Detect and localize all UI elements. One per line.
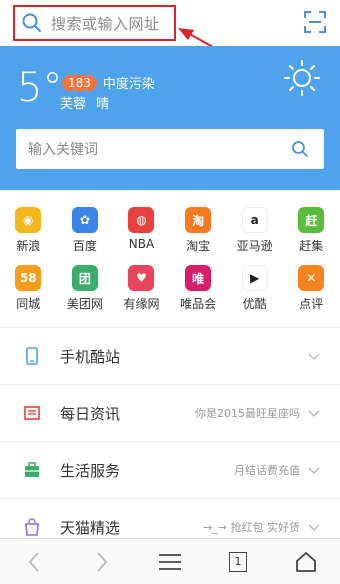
forward-button[interactable] <box>87 547 117 577</box>
quick-link-label: 优酷 <box>242 297 267 311</box>
menu-icon <box>159 553 181 570</box>
chevron-down-icon <box>308 410 320 418</box>
quick-link-58[interactable]: 58 同城 <box>0 258 57 316</box>
ganji-icon: 赶 <box>298 207 325 233</box>
chevron-down-icon <box>308 524 320 532</box>
chevron-right-icon <box>97 551 108 572</box>
taobao-icon: 淘 <box>185 207 212 233</box>
bottom-toolbar: 1 <box>0 538 340 584</box>
list-item-title: 生活服务 <box>60 461 121 480</box>
home-icon <box>296 551 316 572</box>
dianping-icon: ✕ <box>298 265 325 291</box>
vip-icon: 唯 <box>185 265 212 291</box>
aqi-label: 中度污染 <box>102 77 155 92</box>
chevron-down-icon <box>308 353 320 361</box>
quick-links-grid: ◉ 新浪 ✿ 百度 ◍ NBA 淘淘宝 a 亚马逊赶赶集 58 同城团美团网 ♥ 有缘网唯唯品会 ▶ 优酷… <box>0 200 340 316</box>
quick-link-label: 新浪 <box>16 239 41 253</box>
quick-link-youyuan[interactable]: ♥ 有缘网 <box>113 258 170 316</box>
quick-link-baidu-paw[interactable]: ✿ 百度 <box>57 200 114 258</box>
quick-link-taobao[interactable]: 淘淘宝 <box>170 200 227 258</box>
list-item-subtitle: 月结话费充值 <box>234 464 300 477</box>
list-item-subtitle: →_→ 抢红包 实好货 <box>203 521 300 534</box>
weather-panel[interactable]: 5° 183 中度污染 芙蓉 晴 输入关键词 <box>0 46 340 190</box>
city-name: 芙蓉 <box>60 97 87 112</box>
quick-link-dianping[interactable]: ✕ 点评 <box>283 258 340 316</box>
search-icon[interactable] <box>290 139 310 159</box>
aqi-badge: 183 <box>62 74 97 91</box>
list-item[interactable]: 生活服务 月结话费充值 <box>0 442 340 499</box>
weibo-icon: ◉ <box>15 207 42 233</box>
quick-link-label: 淘宝 <box>186 239 211 253</box>
list-item-title: 天猫精选 <box>60 518 121 537</box>
quick-link-label: 点评 <box>299 297 324 311</box>
top-bar: 搜索或输入网址 <box>0 0 340 46</box>
search-icon <box>22 13 41 32</box>
quick-link-label: 美团网 <box>66 297 103 311</box>
list-item-title: 每日资讯 <box>60 404 121 423</box>
58-icon: 58 <box>15 265 42 291</box>
amazon-icon: a <box>241 207 268 233</box>
address-search-box[interactable]: 搜索或输入网址 <box>13 5 176 41</box>
quick-link-label: 唯品会 <box>180 297 217 311</box>
news-icon <box>24 406 40 420</box>
list-item-subtitle: 你是2015最旺星座吗 <box>195 407 300 420</box>
quick-link-vip[interactable]: 唯唯品会 <box>170 258 227 316</box>
quick-link-basketball[interactable]: ◍ NBA <box>113 200 170 258</box>
phone-icon <box>26 347 38 365</box>
tabs-button[interactable]: 1 <box>223 547 253 577</box>
address-search-placeholder: 搜索或输入网址 <box>51 14 160 33</box>
chevron-left-icon <box>28 551 39 572</box>
meituan-icon: 团 <box>71 265 98 291</box>
quick-link-amazon[interactable]: a 亚马逊 <box>226 200 283 258</box>
quick-link-youku[interactable]: ▶ 优酷 <box>226 258 283 316</box>
air-quality: 183 中度污染 <box>62 73 155 92</box>
quick-link-label: 有缘网 <box>123 297 160 311</box>
quick-link-ganji[interactable]: 赶赶集 <box>283 200 340 258</box>
youyuan-icon: ♥ <box>128 265 155 291</box>
quick-link-weibo[interactable]: ◉ 新浪 <box>0 200 57 258</box>
keyword-search-placeholder: 输入关键词 <box>28 142 98 158</box>
chevron-down-icon <box>308 467 320 475</box>
menu-button[interactable] <box>155 547 185 577</box>
location-row: 芙蓉 晴 <box>60 93 109 112</box>
basketball-icon: ◍ <box>128 207 155 233</box>
quick-link-label: NBA <box>128 237 155 251</box>
quick-links-row: 58 同城团美团网 ♥ 有缘网唯唯品会 ▶ 优酷 ✕ 点评 <box>0 258 340 316</box>
quick-link-meituan[interactable]: 团美团网 <box>57 258 114 316</box>
baidu-paw-icon: ✿ <box>71 207 98 233</box>
list-item[interactable]: 每日资讯 你是2015最旺星座吗 <box>0 385 340 442</box>
tmall-bag-icon <box>25 518 39 536</box>
quick-links-row: ◉ 新浪 ✿ 百度 ◍ NBA 淘淘宝 a 亚马逊赶赶集 <box>0 200 340 258</box>
quick-link-label: 亚马逊 <box>236 239 273 253</box>
quick-link-label: 百度 <box>72 239 97 253</box>
sunny-icon <box>284 60 320 96</box>
youku-icon: ▶ <box>241 265 268 291</box>
tab-count: 1 <box>229 551 247 572</box>
quick-link-label: 同城 <box>16 297 41 311</box>
home-button[interactable] <box>291 547 321 577</box>
toolbox-icon <box>25 462 39 477</box>
list-item[interactable]: 手机酷站 <box>0 328 340 385</box>
feature-list: 手机酷站每日资讯 你是2015最旺星座吗生活服务 月结话费充值天猫精选 →_→ 抢红包… <box>0 328 340 556</box>
quick-link-label: 赶集 <box>299 239 324 253</box>
weather-condition: 晴 <box>96 97 110 112</box>
scan-qr-icon[interactable] <box>304 11 326 33</box>
temperature-value: 5° <box>17 65 63 111</box>
keyword-search-box[interactable]: 输入关键词 <box>16 129 324 169</box>
list-item-title: 手机酷站 <box>60 347 121 366</box>
back-button[interactable] <box>19 547 49 577</box>
